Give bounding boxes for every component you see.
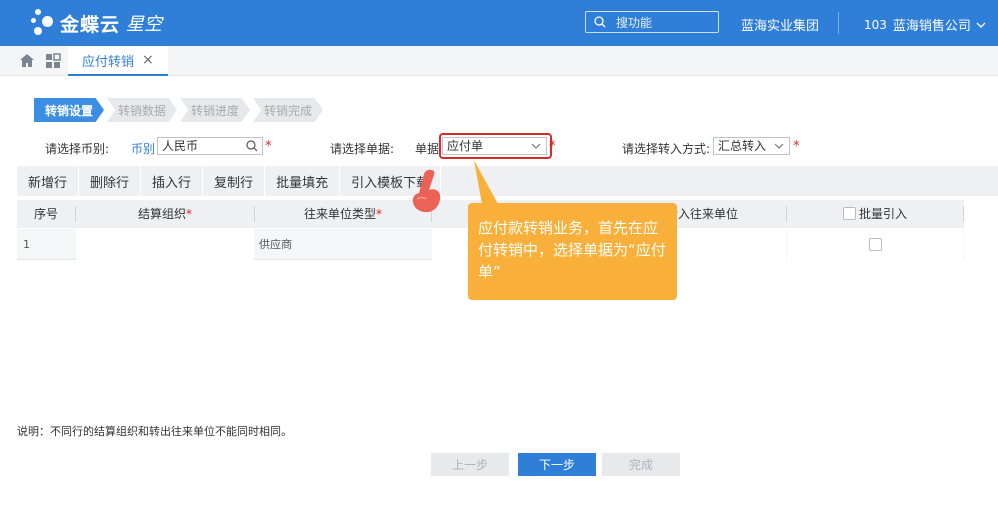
cell-settle-org[interactable] [76,229,254,260]
row-checkbox[interactable] [869,238,882,251]
home-icon[interactable] [19,53,35,68]
required-mark: * [793,139,800,154]
tab-bar: 应付转销 × [0,46,998,76]
wizard-steps: 转销设置 转销数据 转销进度 转销完成 [34,98,326,122]
step-complete: 转销完成 [253,98,323,122]
col-batch-import-label: 批量引入 [858,207,907,221]
step-settings: 转销设置 [34,98,104,122]
logo-text: 金蝶云 [60,13,121,36]
org-switcher[interactable]: 蓝海实业集团 [741,15,819,34]
col-unit-type-label: 往来单位类型 [303,207,376,221]
mode-select[interactable]: 汇总转入 [713,137,790,155]
copy-row-button[interactable]: 复制行 [203,166,266,196]
logo-subtext: 星空 [126,14,163,35]
add-row-button[interactable]: 新增行 [17,166,80,196]
col-settle-org: 结算组织* [137,207,192,221]
tab-label: 应付转销 [82,54,135,70]
bill-prompt: 请选择单据: [330,142,395,156]
logo-icon [30,8,56,38]
chevron-down-icon [774,143,784,149]
header-divider [838,12,839,34]
search-icon[interactable] [246,140,258,152]
guide-tooltip: 应付款转销业务，首先在应付转销中，选择单据为“应付单” [468,203,677,300]
chevron-down-icon [976,22,986,28]
top-bar: 金蝶云 星空 搜功能 蓝海实业集团 103 蓝海销售公司 [0,0,998,46]
select-all-checkbox[interactable] [842,207,856,220]
cell-batch-import [787,229,963,260]
required-mark: * [265,139,272,154]
bill-label: 单据 [415,142,440,156]
account-name: 蓝海销售公司 [892,19,971,34]
delete-row-button[interactable]: 删除行 [79,166,142,196]
account-id: 103 [864,17,887,32]
mode-prompt: 请选择转入方式: [622,142,711,156]
col-divider [963,206,964,222]
cell-unit-type[interactable]: 供应商 [259,229,429,260]
search-input[interactable]: 搜功能 [585,11,719,33]
highlight-box [439,133,552,159]
close-icon[interactable]: × [142,52,154,68]
info-note: 说明：不同行的结算组织和转出往来单位不能同时相同。 [17,425,292,438]
search-icon [594,16,606,28]
currency-prompt: 请选择币别: [45,142,110,156]
col-index: 序号 [33,207,58,221]
pointing-hand-icon [412,169,441,213]
account-switcher[interactable]: 103 蓝海销售公司 [864,15,987,34]
col-settle-org-label: 结算组织 [137,207,186,221]
apps-icon[interactable] [45,53,61,69]
currency-field[interactable]: 人民币 [157,137,263,155]
insert-row-button[interactable]: 插入行 [141,166,204,196]
step-data: 转销数据 [107,98,177,122]
tab-payable-writeoff[interactable]: 应付转销 × [68,46,168,76]
mode-value: 汇总转入 [718,139,767,153]
batch-fill-button[interactable]: 批量填充 [265,166,341,196]
app-logo[interactable]: 金蝶云 星空 [30,6,162,40]
col-batch-import: 批量引入 [787,200,963,228]
search-placeholder: 搜功能 [616,15,653,30]
cell-index: 1 [23,238,30,251]
tooltip-pointer [474,160,498,204]
prev-step-button[interactable]: 上一步 [431,453,509,476]
step-progress: 转销进度 [180,98,250,122]
currency-label: 币别 [131,142,156,156]
finish-button[interactable]: 完成 [602,453,680,476]
col-unit-type: 往来单位类型* [303,207,382,221]
currency-value: 人民币 [162,139,199,153]
next-step-button[interactable]: 下一步 [518,453,596,476]
